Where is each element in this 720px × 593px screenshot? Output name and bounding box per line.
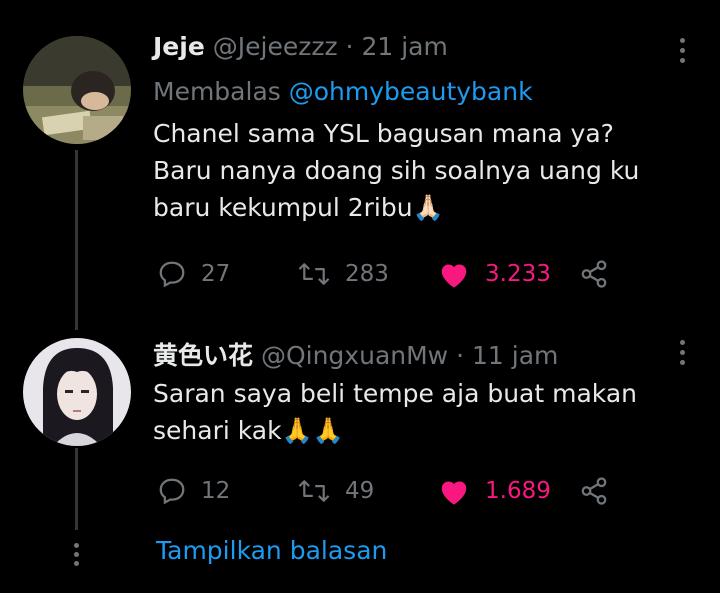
more-vertical-icon[interactable] (680, 340, 686, 370)
tweet-1[interactable]: Jeje @Jejeezzz · 21 jam Membalas @ohmybe… (0, 0, 720, 320)
like-count: 3.233 (485, 261, 551, 287)
tweet-2[interactable]: 黄色い花 @QingxuanMw · 11 jam Saran saya bel… (0, 320, 720, 530)
retweet-button[interactable]: 49 (297, 471, 374, 511)
retweet-icon (298, 263, 330, 285)
tweet-text: Saran saya beli tempe aja buat makan seh… (153, 375, 637, 449)
share-icon (581, 477, 607, 505)
tweet-text-line: Saran saya beli tempe aja buat makan (153, 379, 637, 408)
thread-continuation-dots (74, 543, 80, 570)
retweet-button[interactable]: 283 (297, 254, 389, 294)
timestamp[interactable]: 11 jam (472, 341, 558, 370)
replying-to: Membalas @ohmybeautybank (153, 77, 533, 106)
display-name[interactable]: 黄色い花 (153, 341, 253, 370)
more-vertical-icon[interactable] (680, 38, 686, 68)
tweet-text-line: sehari kak🙏🙏 (153, 416, 344, 445)
heart-icon (441, 264, 467, 288)
reply-icon (159, 261, 185, 288)
tweet-header: 黄色い花 @QingxuanMw · 11 jam (153, 336, 558, 372)
display-name[interactable]: Jeje (153, 32, 205, 61)
user-handle[interactable]: @QingxuanMw (261, 341, 448, 370)
tweet-header: Jeje @Jejeezzz · 21 jam (153, 32, 448, 61)
share-button[interactable] (579, 254, 609, 294)
reply-count: 12 (201, 478, 231, 504)
retweet-icon (298, 480, 330, 502)
tweet-text-line: baru kekumpul 2ribu🙏🏻 (153, 193, 444, 222)
reply-button[interactable]: 27 (157, 254, 230, 294)
tweet-text-line: Chanel sama YSL bagusan mana ya? (153, 119, 614, 148)
tweet-actions: 27 283 3.233 (153, 254, 623, 294)
like-button[interactable]: 3.233 (437, 254, 551, 294)
reply-button[interactable]: 12 (157, 471, 230, 511)
reply-icon (159, 478, 185, 505)
heart-icon (441, 481, 467, 505)
share-icon (581, 260, 607, 288)
avatar-qingxuan[interactable] (23, 338, 131, 446)
tweet-text: Chanel sama YSL bagusan mana ya? Baru na… (153, 115, 639, 226)
like-count: 1.689 (485, 478, 551, 504)
avatar-jeje[interactable] (23, 36, 131, 144)
tweet-text-line: Baru nanya doang sih soalnya uang ku (153, 156, 640, 185)
like-button[interactable]: 1.689 (437, 471, 551, 511)
separator-dot: · (456, 341, 465, 370)
separator-dot: · (345, 32, 354, 61)
share-button[interactable] (579, 471, 609, 511)
user-handle[interactable]: @Jejeezzz (213, 32, 338, 61)
show-replies-link[interactable]: Tampilkan balasan (156, 536, 387, 565)
tweet-actions: 12 49 1.689 (153, 471, 623, 511)
retweet-count: 49 (345, 478, 375, 504)
reply-mention-link[interactable]: @ohmybeautybank (289, 77, 533, 106)
replying-to-label: Membalas (153, 77, 281, 106)
retweet-count: 283 (345, 261, 389, 287)
timestamp[interactable]: 21 jam (361, 32, 447, 61)
reply-count: 27 (201, 261, 231, 287)
